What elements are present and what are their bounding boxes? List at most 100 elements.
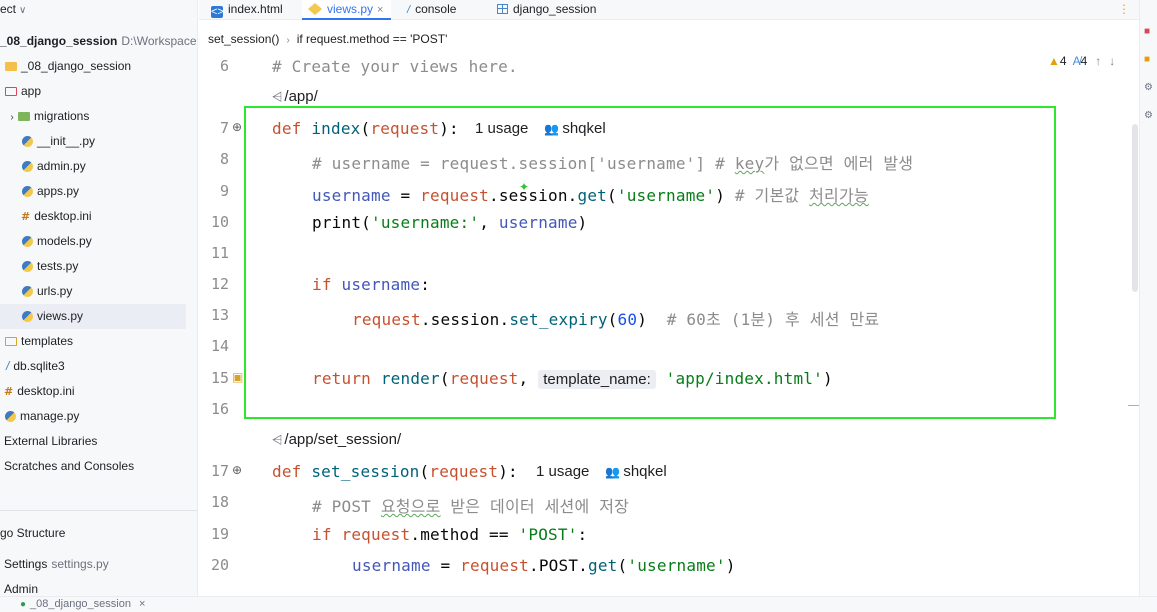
chevron-right-icon[interactable]: ›	[6, 105, 18, 130]
tree-item-folder[interactable]: _08_django_session	[0, 54, 197, 79]
code-editor[interactable]: 6 7 8 9 10 11 12 13 14 15 16 17 18 19 20…	[199, 50, 1139, 596]
line-number: 17	[210, 462, 229, 480]
table-icon	[497, 4, 508, 14]
vertical-scrollbar[interactable]	[1132, 124, 1138, 292]
chevron-down-icon[interactable]: ∨	[19, 5, 26, 16]
python-file-icon	[308, 3, 322, 15]
close-icon[interactable]: ×	[377, 4, 383, 16]
tree-item-label: tests.py	[37, 259, 79, 273]
tab-views-py[interactable]: views.py ×	[302, 0, 392, 20]
tree-item-file[interactable]: tests.py	[0, 254, 197, 279]
tree-item-label: __init__.py	[37, 134, 96, 148]
author-icon: 👥	[605, 465, 621, 479]
breadcrumb: set_session() › if request.method == 'POST…	[199, 29, 447, 49]
url-mapping-gutter-icon[interactable]: ⊕	[232, 120, 242, 134]
tree-item-label: models.py	[37, 234, 92, 248]
tree-item-file[interactable]: apps.py	[0, 179, 197, 204]
tab-label: django_session	[513, 2, 597, 16]
code-line: print('username:', username)	[312, 213, 588, 232]
route-hint[interactable]: ⩤/app/	[272, 88, 318, 105]
tree-item-path: D:\Workspace	[121, 34, 197, 48]
more-tabs-icon[interactable]: ⋮	[1118, 0, 1130, 18]
breadcrumb-item[interactable]: if request.method == 'POST'	[297, 32, 448, 46]
bottom-status-bar: ● _08_django_session ×	[0, 596, 1157, 612]
line-number: 6	[219, 57, 229, 75]
run-config-label[interactable]: _08_django_session	[30, 598, 131, 610]
tree-item-label: db.sqlite3	[13, 359, 65, 373]
route-label: /app/	[284, 88, 318, 105]
arrow-up-icon[interactable]: ↑	[1095, 54, 1101, 68]
database-icon[interactable]: ■	[1144, 54, 1150, 65]
tree-item-file-selected[interactable]: views.py	[0, 304, 186, 329]
code-line: request.session.set_expiry(60) # 60초 (1분…	[352, 310, 880, 329]
author-name: shqkel	[623, 463, 667, 480]
python-file-icon	[22, 286, 33, 298]
code-line: # Create your views here.	[272, 57, 518, 76]
code-line: return render(request, template_name: 'a…	[312, 369, 833, 389]
tree-item-label: _08_django_session	[0, 34, 118, 48]
structure-panel-title[interactable]: go Structure	[0, 521, 197, 546]
line-number: 19	[210, 525, 229, 543]
arrow-down-icon[interactable]: ↓	[1109, 54, 1115, 68]
structure-title: go Structure	[0, 526, 66, 540]
mouse-cursor-icon: ✦	[519, 180, 530, 194]
python-file-icon	[22, 261, 33, 273]
tab-label: console	[415, 2, 457, 16]
tree-item-scratches[interactable]: Scratches and Consoles	[0, 454, 197, 479]
structure-item-settings[interactable]: Settings settings.py	[0, 552, 197, 577]
tab-django-session[interactable]: django_session	[491, 0, 604, 20]
structure-item-label: Admin	[4, 582, 39, 596]
tree-item-project-root[interactable]: _08_django_session D:\Workspace	[0, 29, 197, 54]
tab-index-html[interactable]: <> index.html	[205, 0, 291, 20]
structure-item-admin[interactable]: Admin	[0, 577, 197, 596]
tree-item-label: migrations	[34, 109, 90, 123]
typo-count: 4	[1080, 54, 1088, 68]
tree-item-file[interactable]: urls.py	[0, 279, 197, 304]
tree-item-label: urls.py	[37, 284, 73, 298]
folder-icon	[5, 337, 17, 347]
tree-item-file[interactable]: models.py	[0, 229, 197, 254]
tree-item-external-libraries[interactable]: External Libraries	[0, 429, 197, 454]
line-number: 9	[219, 182, 229, 200]
tree-item-label: manage.py	[20, 409, 80, 423]
line-number: 15	[210, 369, 229, 387]
tree-item-templates[interactable]: templates	[0, 329, 197, 354]
breadcrumb-item[interactable]: set_session()	[208, 32, 279, 46]
line-number: 18	[210, 493, 229, 511]
project-panel-header[interactable]: ect ∨	[0, 0, 197, 20]
tree-item-file[interactable]: # desktop.ini	[0, 204, 197, 229]
tree-item-label: admin.py	[37, 159, 86, 173]
code-line: if username:	[312, 275, 431, 294]
python-file-icon	[22, 311, 33, 323]
route-hint[interactable]: ⩤/app/set_session/	[272, 431, 401, 448]
tree-item-file[interactable]: # desktop.ini	[0, 379, 197, 404]
plugin-icon[interactable]: ⚙	[1144, 82, 1153, 93]
tree-item-file[interactable]: / db.sqlite3	[0, 354, 197, 379]
python-file-icon	[5, 411, 16, 423]
structure-item-hint: settings.py	[51, 557, 109, 571]
usage-hint[interactable]: 1 usage 👥 shqkel	[536, 463, 667, 480]
tree-item-file[interactable]: admin.py	[0, 154, 197, 179]
django-icon: ●	[20, 599, 27, 610]
route-label: /app/set_session/	[284, 431, 402, 448]
tree-item-file[interactable]: manage.py	[0, 404, 197, 429]
inspections-widget[interactable]: ▲4 A̸4 ↑ ↓	[1048, 54, 1115, 68]
line-number: 16	[210, 400, 229, 418]
link-icon: ⩤	[272, 432, 283, 447]
assistant-icon[interactable]: ⚙	[1144, 110, 1153, 121]
python-file-icon	[22, 236, 33, 248]
url-mapping-gutter-icon[interactable]: ⊕	[232, 463, 242, 477]
tree-item-file[interactable]: __init__.py	[0, 129, 197, 154]
template-gutter-icon[interactable]: ▣	[232, 370, 243, 384]
tree-item-migrations[interactable]: › migrations	[0, 104, 197, 130]
notifications-icon[interactable]: ■	[1144, 26, 1150, 37]
folder-icon	[5, 62, 17, 72]
usage-hint[interactable]: 1 usage 👥 shqkel	[475, 120, 606, 137]
tab-console[interactable]: / console	[401, 0, 464, 20]
tree-item-app[interactable]: app	[0, 79, 197, 104]
code-line: if request.method == 'POST':	[312, 525, 588, 544]
close-icon[interactable]: ×	[139, 598, 145, 610]
typo-icon: A̸	[1072, 54, 1081, 68]
usage-count: 1 usage	[536, 463, 590, 480]
line-number: 7	[219, 119, 229, 137]
